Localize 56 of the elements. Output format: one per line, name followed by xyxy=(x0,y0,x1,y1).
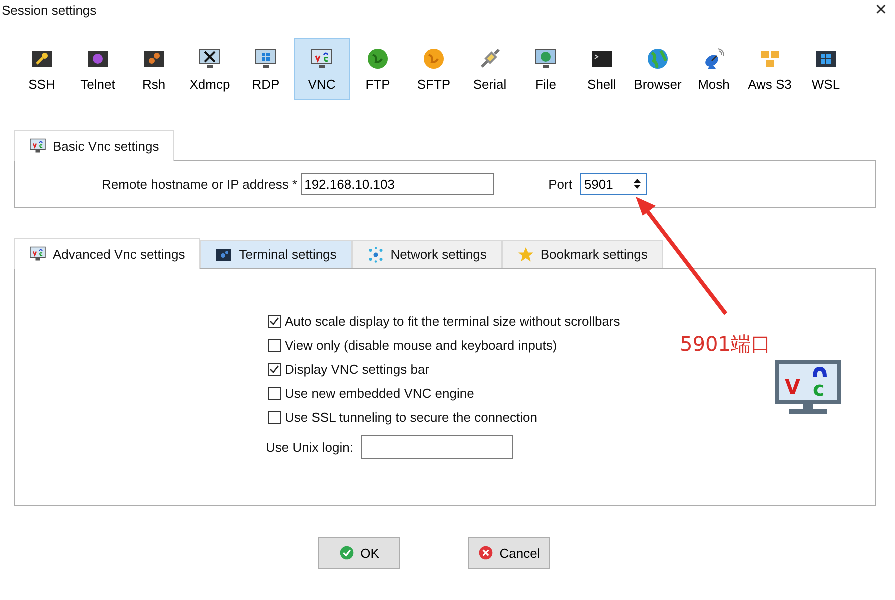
close-button[interactable]: × xyxy=(875,0,887,22)
session-type-button[interactable]: RDP xyxy=(238,38,294,100)
check-circle-icon xyxy=(338,545,355,561)
port-field[interactable]: 5901 xyxy=(580,173,648,195)
checkbox-label: Use new embedded VNC engine xyxy=(285,386,474,401)
monitor-globe-icon xyxy=(534,46,558,70)
session-type-button[interactable]: Serial xyxy=(462,38,518,100)
checkbox[interactable] xyxy=(268,315,281,328)
tab[interactable]: Advanced Vnc settings xyxy=(14,238,200,269)
globe-icon xyxy=(366,46,390,70)
checkbox[interactable] xyxy=(268,363,281,376)
cancel-circle-icon xyxy=(478,545,494,561)
session-type-button[interactable]: Aws S3 xyxy=(742,38,798,100)
session-type-button[interactable]: SFTP xyxy=(406,38,462,100)
tab[interactable]: Basic Vnc settings xyxy=(14,130,174,161)
checkbox-label: View only (disable mouse and keyboard inputs) xyxy=(285,338,558,353)
field-label: Use Unix login: xyxy=(266,440,354,454)
tab[interactable]: Terminal settings xyxy=(200,240,352,268)
session-type-button[interactable]: WSL xyxy=(798,38,854,100)
ok-button[interactable]: OK xyxy=(318,537,400,569)
session-type-button[interactable]: FTP xyxy=(350,38,406,100)
field-label: Remote hostname or IP address * xyxy=(102,176,298,192)
checkbox-label: Display VNC settings bar xyxy=(285,362,430,377)
session-type-button[interactable]: Telnet xyxy=(70,38,126,100)
session-type-button[interactable]: VNC xyxy=(294,38,350,100)
field-label: Port xyxy=(548,176,572,192)
unix-login-field[interactable] xyxy=(361,435,514,459)
checkbox[interactable] xyxy=(268,387,281,400)
session-type-button[interactable]: Rsh xyxy=(126,38,182,100)
monitor-icon xyxy=(310,46,334,70)
network-icon xyxy=(366,246,385,264)
hostname-field[interactable]: 192.168.10.103 xyxy=(300,173,494,195)
monitor-icon xyxy=(29,137,47,155)
session-type-button[interactable]: Browser xyxy=(630,38,686,100)
star-icon xyxy=(516,246,535,264)
spin-arrows-icon[interactable] xyxy=(634,179,642,189)
checkbox[interactable] xyxy=(268,411,281,424)
session-type-button[interactable]: Xdmcp xyxy=(182,38,238,100)
globe-icon xyxy=(646,46,670,70)
session-type-button[interactable]: Shell xyxy=(574,38,630,100)
tab[interactable]: Network settings xyxy=(352,240,502,268)
checkbox[interactable] xyxy=(268,339,281,352)
monitor-icon xyxy=(29,245,47,263)
checkbox-label: Use SSL tunneling to secure the connection xyxy=(285,410,538,425)
session-type-button[interactable]: File xyxy=(518,38,574,100)
cancel-button[interactable]: Cancel xyxy=(468,537,550,569)
session-type-button[interactable]: SSH xyxy=(14,38,70,100)
plug-icon xyxy=(478,46,502,70)
monitor-x-icon xyxy=(198,46,222,70)
monitor-windows-icon xyxy=(254,46,278,70)
session-type-button[interactable]: Mosh xyxy=(686,38,742,100)
annotation-text: 5901端口 xyxy=(680,331,771,358)
tab[interactable]: Bookmark settings xyxy=(502,240,663,268)
checkbox-label: Auto scale display to fit the terminal size without scrollbars xyxy=(285,314,620,329)
globe-icon xyxy=(422,46,446,70)
window-title: Session settings xyxy=(2,2,97,18)
